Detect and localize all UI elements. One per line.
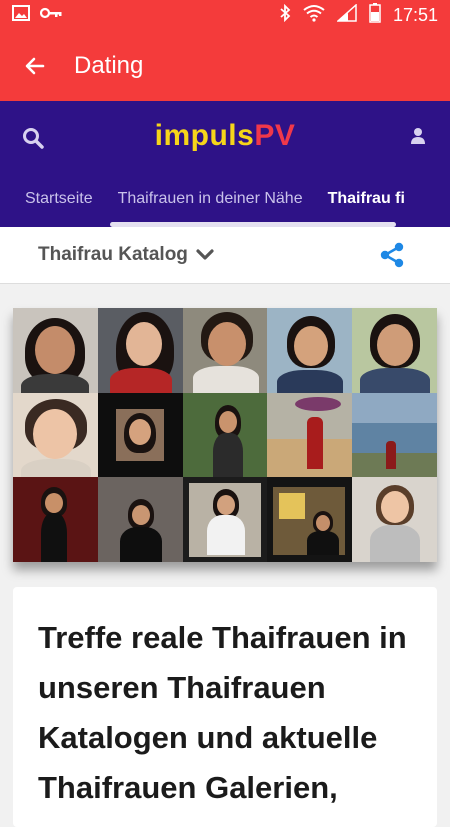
site-logo[interactable]: impulsPV bbox=[0, 119, 450, 153]
arrow-left-icon bbox=[25, 57, 45, 75]
bluetooth-icon bbox=[279, 3, 291, 27]
user-icon bbox=[411, 128, 425, 144]
tab-startseite[interactable]: Startseite bbox=[0, 183, 93, 219]
profile-photo[interactable] bbox=[97, 477, 183, 562]
intro-heading: Treffe reale Thaifrauen in unseren Thaif… bbox=[38, 620, 407, 805]
logo-main: impuls bbox=[154, 119, 255, 152]
nav-tabs: Startseite Thaifrauen in deiner Nähe Tha… bbox=[0, 183, 450, 219]
profile-photo[interactable] bbox=[13, 308, 98, 393]
profile-photo[interactable] bbox=[182, 477, 268, 562]
profile-photo[interactable] bbox=[97, 308, 183, 393]
catalog-dropdown[interactable]: Thaifrau Katalog bbox=[38, 244, 214, 266]
profile-photo[interactable] bbox=[267, 392, 353, 478]
logo-accent: PV bbox=[254, 119, 296, 152]
site-header: impulsPV Startseite Thaifrauen in deiner… bbox=[0, 101, 450, 227]
battery-icon bbox=[369, 3, 381, 28]
profile-photo[interactable] bbox=[267, 308, 353, 393]
chevron-down-icon bbox=[196, 249, 214, 260]
app-title: Dating bbox=[74, 52, 144, 79]
intro-card: Treffe reale Thaifrauen in unseren Thaif… bbox=[13, 587, 437, 827]
key-notification-icon bbox=[39, 6, 62, 25]
app-bar: Dating bbox=[0, 31, 450, 101]
profile-photo[interactable] bbox=[267, 477, 353, 562]
profile-photo[interactable] bbox=[13, 392, 98, 478]
tab-thaifrau-finden[interactable]: Thaifrau fi bbox=[303, 183, 405, 219]
tab-thaifrauen-naehe[interactable]: Thaifrauen in deiner Nähe bbox=[93, 183, 303, 219]
profile-photo[interactable] bbox=[182, 392, 268, 478]
signal-icon bbox=[335, 3, 357, 27]
clock: 17:51 bbox=[392, 5, 438, 25]
share-button[interactable] bbox=[378, 241, 406, 269]
profile-photo[interactable] bbox=[352, 477, 437, 562]
profile-photo[interactable] bbox=[13, 477, 98, 562]
account-button[interactable] bbox=[410, 127, 432, 149]
profile-photo[interactable] bbox=[352, 392, 437, 478]
profile-photo[interactable] bbox=[352, 308, 437, 393]
profile-photo[interactable] bbox=[97, 392, 183, 478]
catalog-bar: Thaifrau Katalog bbox=[0, 227, 450, 284]
share-icon bbox=[380, 242, 404, 268]
gallery-notification-icon bbox=[12, 5, 30, 26]
status-bar: 17:51 bbox=[0, 0, 450, 31]
profile-photo-collage[interactable] bbox=[13, 308, 437, 562]
wifi-icon bbox=[303, 4, 325, 27]
catalog-title: Thaifrau Katalog bbox=[38, 244, 188, 265]
back-button[interactable] bbox=[0, 31, 70, 101]
profile-photo[interactable] bbox=[182, 308, 268, 393]
